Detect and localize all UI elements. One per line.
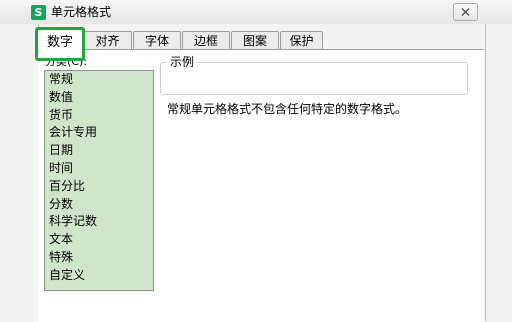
category-item-date[interactable]: 日期 [45, 142, 153, 160]
tab-border[interactable]: 边框 [182, 31, 230, 50]
category-item-general[interactable]: 常规 [45, 71, 153, 89]
preview-box [160, 62, 468, 95]
category-item-percentage[interactable]: 百分比 [45, 178, 153, 196]
preview-label: 示例 [167, 55, 198, 69]
category-item-currency[interactable]: 货币 [45, 107, 153, 125]
tab-pattern[interactable]: 图案 [231, 31, 279, 50]
category-item-fraction[interactable]: 分数 [45, 196, 153, 214]
category-item-scientific[interactable]: 科学记数 [45, 213, 153, 231]
tab-font[interactable]: 字体 [133, 31, 181, 50]
format-description: 常规单元格格式不包含任何特定的数字格式。 [167, 102, 408, 116]
category-item-custom[interactable]: 自定义 [45, 267, 153, 285]
tab-number[interactable]: 数字 [35, 27, 85, 61]
frame-border-right [485, 24, 486, 321]
category-item-text[interactable]: 文本 [45, 231, 153, 249]
category-item-time[interactable]: 时间 [45, 160, 153, 178]
tab-protection[interactable]: 保护 [280, 31, 323, 50]
wps-app-icon: S [31, 5, 46, 20]
close-button[interactable] [453, 3, 478, 21]
category-item-accounting[interactable]: 会计专用 [45, 124, 153, 142]
tab-alignment[interactable]: 对齐 [83, 31, 132, 50]
category-item-special[interactable]: 特殊 [45, 249, 153, 267]
category-item-number[interactable]: 数值 [45, 89, 153, 107]
category-list[interactable]: 常规 数值 货币 会计专用 日期 时间 百分比 分数 科学记数 文本 特殊 自定… [44, 70, 154, 291]
close-icon [461, 8, 470, 16]
dialog-title: 单元格格式 [51, 5, 112, 19]
title-bar: S 单元格格式 [0, 0, 512, 25]
